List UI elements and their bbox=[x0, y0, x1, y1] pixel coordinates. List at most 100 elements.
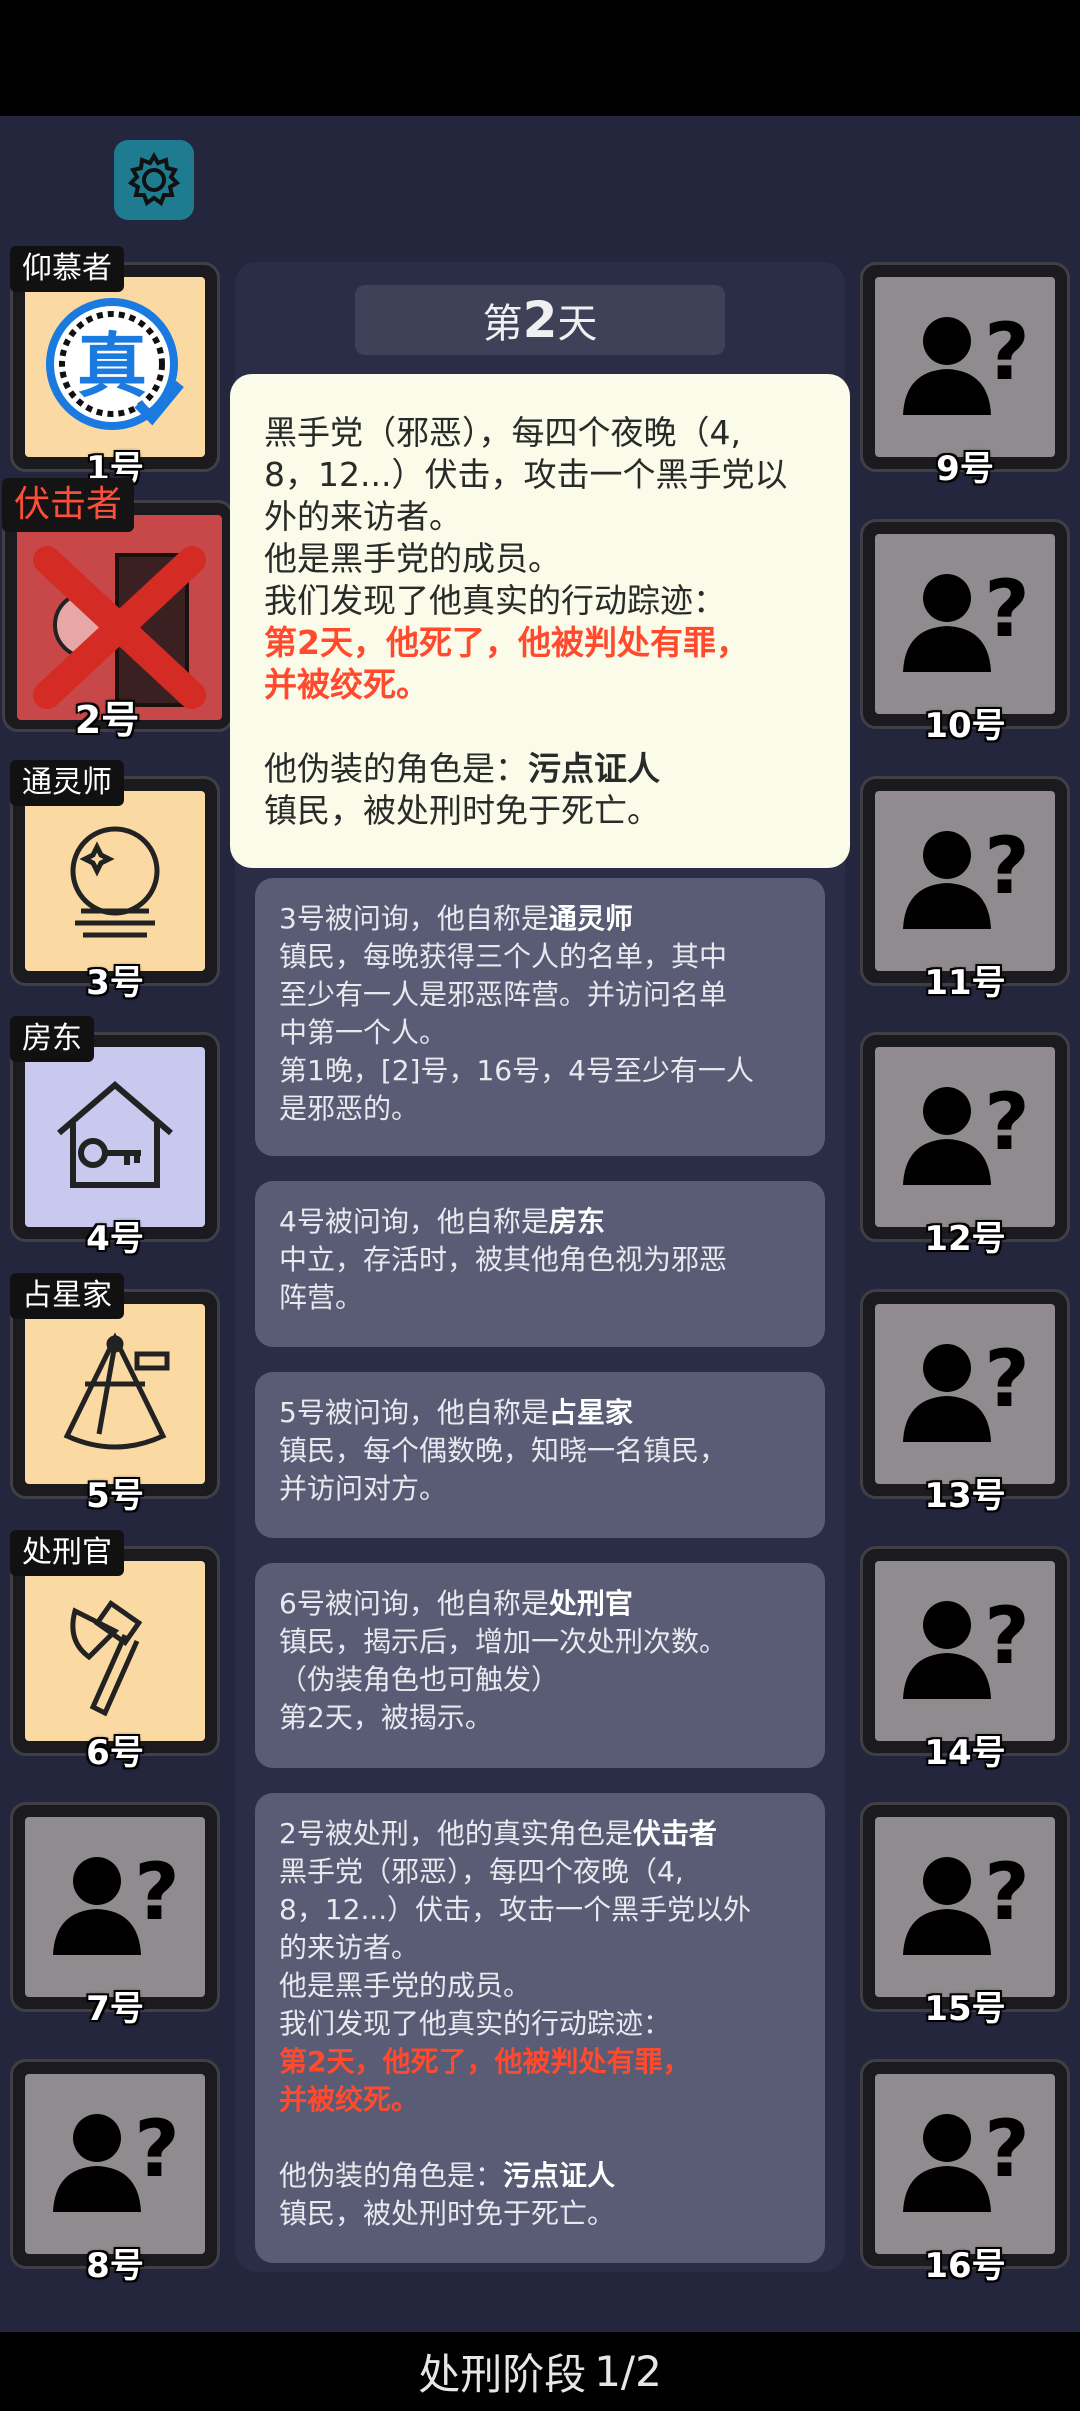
house-key-icon bbox=[57, 1081, 173, 1188]
player-slot-8[interactable]: ? 8号 bbox=[10, 2059, 220, 2286]
log-role: 污点证人 bbox=[503, 2159, 616, 2192]
phase-progress: 1/2 bbox=[594, 2347, 662, 2396]
unknown-person-icon: ? bbox=[903, 565, 1030, 672]
player-number: 2号 bbox=[74, 698, 140, 742]
role-detail-popup: 黑手党（邪恶），每四个夜晚（4, 8，12...）伏击，攻击一个黑手党以 外的来… bbox=[230, 374, 850, 868]
popup-line: 8，12...）伏击，攻击一个黑手党以 bbox=[264, 455, 788, 494]
player-number: 11号 bbox=[924, 963, 1006, 1003]
popup-line: 我们发现了他真实的行动踪迹： bbox=[264, 581, 726, 620]
log-entry: 3号被问询，他自称是通灵师 镇民，每晚获得三个人的名单，其中 至少有一人是邪恶阵… bbox=[255, 878, 825, 1156]
popup-line: 镇民，被处刑时免于死亡。 bbox=[264, 791, 660, 830]
player-number: 10号 bbox=[924, 706, 1006, 746]
log-line: 第1晚，[2]号，16号，4号至少有一人 bbox=[279, 1054, 754, 1087]
log-line: 中立，存活时，被其他角色视为邪恶 bbox=[279, 1243, 728, 1276]
player-slot-14[interactable]: ? 14号 bbox=[860, 1546, 1070, 1773]
player-slot-6[interactable]: 处刑官 6号 bbox=[10, 1530, 220, 1773]
crystal-ball-icon bbox=[70, 826, 160, 938]
player-slot-10[interactable]: ? 10号 bbox=[860, 519, 1070, 746]
player-number: 12号 bbox=[924, 1219, 1006, 1259]
svg-text:?: ? bbox=[984, 1848, 1029, 1938]
player-slot-5[interactable]: 占星家 5号 bbox=[10, 1273, 220, 1516]
log-entry: 4号被问询，他自称是房东 中立，存活时，被其他角色视为邪恶 阵营。 bbox=[255, 1181, 825, 1347]
unknown-person-icon: ? bbox=[903, 822, 1030, 929]
popup-highlight: 并被绞死。 bbox=[264, 665, 429, 704]
log-line: 中第一个人。 bbox=[279, 1016, 448, 1049]
player-number: 6号 bbox=[86, 1733, 144, 1773]
player-slot-2[interactable]: 伏击者 2号 bbox=[2, 478, 234, 742]
popup-line: 黑手党（邪恶），每四个夜晚（4, bbox=[264, 413, 741, 452]
player-number: 4号 bbox=[86, 1219, 144, 1259]
player-slot-13[interactable]: ? 13号 bbox=[860, 1289, 1070, 1516]
player-slot-11[interactable]: ? 11号 bbox=[860, 776, 1070, 1003]
player-slot-7[interactable]: ? 7号 bbox=[10, 1802, 220, 2029]
player-slot-4[interactable]: 房东 4号 bbox=[10, 1016, 220, 1259]
unknown-person-icon: ? bbox=[53, 1848, 180, 1955]
log-line: 的来访者。 bbox=[279, 1931, 420, 1964]
status-bar bbox=[0, 0, 1080, 116]
popup-highlight: 第2天，他死了，他被判处有罪， bbox=[264, 623, 749, 662]
role-label: 房东 bbox=[10, 1016, 94, 1062]
role-label: 处刑官 bbox=[10, 1530, 124, 1576]
log-line: 镇民，每个偶数晚，知晓一名镇民， bbox=[279, 1434, 728, 1467]
axe-icon bbox=[70, 1599, 143, 1717]
log-text: 4号被问询，他自称是 bbox=[279, 1205, 549, 1238]
log-line: 他是黑手党的成员。 bbox=[279, 1969, 532, 2002]
player-number: 13号 bbox=[924, 1476, 1006, 1516]
log-line: 并访问对方。 bbox=[279, 1472, 448, 1505]
svg-text:?: ? bbox=[984, 1592, 1029, 1682]
log-line: （伪装角色也可触发） bbox=[279, 1663, 560, 1696]
player-slot-16[interactable]: ? 16号 bbox=[860, 2059, 1070, 2286]
player-number: 7号 bbox=[86, 1989, 144, 2029]
svg-text:?: ? bbox=[984, 565, 1029, 655]
player-slot-15[interactable]: ? 15号 bbox=[860, 1802, 1070, 2029]
log-entry: 6号被问询，他自称是处刑官 镇民，揭示后，增加一次处刑次数。 （伪装角色也可触发… bbox=[255, 1563, 825, 1768]
log-highlight: 第2天，他死了，他被判处有罪， bbox=[279, 2045, 691, 2078]
role-label: 仰慕者 bbox=[10, 246, 124, 292]
log-line: 镇民，被处刑时免于死亡。 bbox=[279, 2197, 616, 2230]
log-role: 处刑官 bbox=[548, 1587, 633, 1620]
unknown-person-icon: ? bbox=[903, 1335, 1030, 1442]
log-entry: 2号被处刑，他的真实角色是伏击者 黑手党（邪恶），每四个夜晚（4, 8，12..… bbox=[255, 1793, 825, 2263]
log-line: 黑手党（邪恶），每四个夜晚（4, bbox=[279, 1855, 684, 1888]
svg-text:?: ? bbox=[984, 822, 1029, 912]
log-line: 镇民，每晚获得三个人的名单，其中 bbox=[279, 940, 728, 973]
log-line: 我们发现了他真实的行动踪迹： bbox=[279, 2007, 672, 2040]
log-text: 3号被问询，他自称是 bbox=[279, 902, 549, 935]
settings-button[interactable] bbox=[114, 140, 194, 220]
log-line: 8，12...）伏击，攻击一个黑手党以外 bbox=[279, 1893, 752, 1926]
unknown-person-icon: ? bbox=[53, 2105, 180, 2212]
player-slot-9[interactable]: ? 9号 bbox=[860, 262, 1070, 489]
popup-line: 外的来访者。 bbox=[264, 497, 462, 536]
log-line: 第2天，被揭示。 bbox=[279, 1701, 493, 1734]
log-role: 伏击者 bbox=[632, 1817, 717, 1850]
player-slot-1[interactable]: 真 仰慕者 1号 bbox=[10, 246, 220, 489]
day-number: 2 bbox=[522, 291, 558, 349]
svg-text:?: ? bbox=[984, 308, 1029, 398]
role-label: 伏击者 bbox=[2, 478, 135, 532]
popup-text: 他伪装的角色是： bbox=[264, 749, 528, 788]
log-role: 房东 bbox=[548, 1205, 605, 1238]
svg-text:?: ? bbox=[134, 1848, 179, 1938]
popup-line: 他是黑手党的成员。 bbox=[264, 539, 561, 578]
log-text: 2号被处刑，他的真实角色是 bbox=[279, 1817, 633, 1850]
player-number: 15号 bbox=[924, 1989, 1006, 2029]
unknown-person-icon: ? bbox=[903, 1078, 1030, 1185]
day-prefix: 第 bbox=[482, 301, 523, 347]
gear-icon bbox=[127, 151, 181, 207]
unknown-person-icon: ? bbox=[903, 1592, 1030, 1699]
player-number: 8号 bbox=[86, 2246, 144, 2286]
log-entry: 5号被问询，他自称是占星家 镇民，每个偶数晚，知晓一名镇民， 并访问对方。 bbox=[255, 1372, 825, 1538]
log-line: 镇民，揭示后，增加一次处刑次数。 bbox=[279, 1625, 728, 1658]
day-indicator: 第 2 天 bbox=[355, 285, 725, 355]
day-suffix: 天 bbox=[557, 301, 598, 347]
player-slot-12[interactable]: ? 12号 bbox=[860, 1032, 1070, 1259]
admirer-emblem-icon: 真 bbox=[46, 298, 184, 430]
role-label: 占星家 bbox=[10, 1273, 124, 1319]
player-slot-3[interactable]: 通灵师 3号 bbox=[10, 760, 220, 1003]
svg-text:真: 真 bbox=[77, 325, 147, 407]
sextant-icon bbox=[63, 1332, 170, 1450]
svg-text:?: ? bbox=[134, 2105, 179, 2195]
svg-text:?: ? bbox=[984, 1078, 1029, 1168]
log-role: 占星家 bbox=[548, 1396, 633, 1429]
player-number: 9号 bbox=[936, 449, 994, 489]
